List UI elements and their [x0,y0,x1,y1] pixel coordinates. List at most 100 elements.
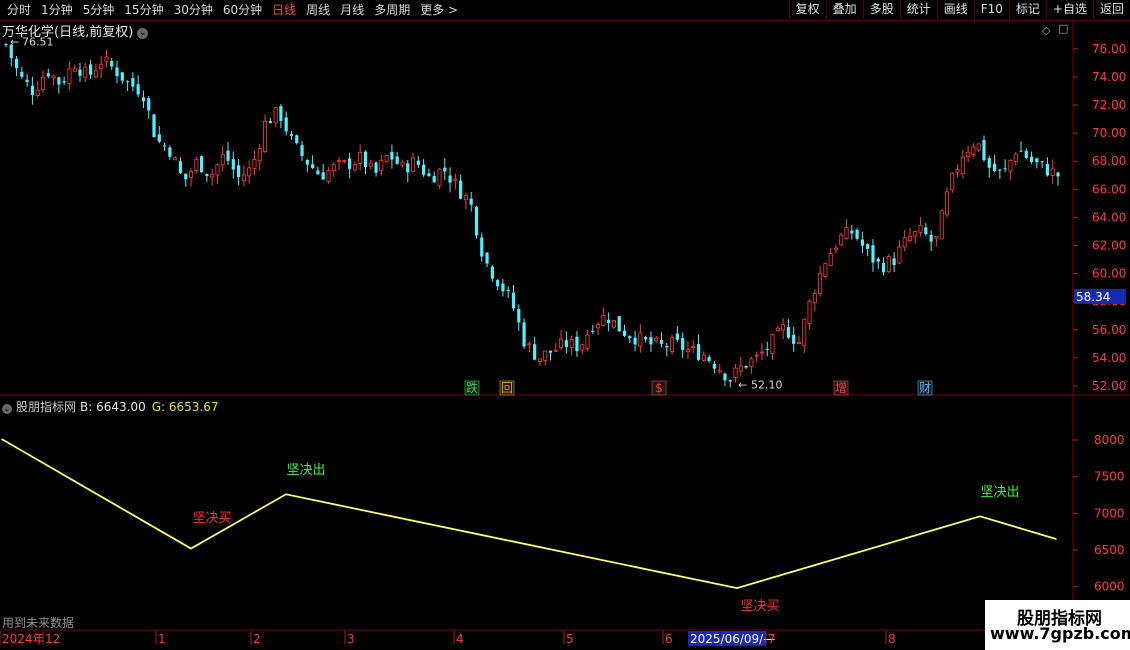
indicator-axis: 8000 7500 7000 6500 6000 [1073,433,1125,594]
candle-body [685,348,690,353]
candle-body [781,324,786,331]
current-price-label: 58.34 [1076,290,1110,304]
candle-body [591,331,595,333]
candle-body [384,155,389,162]
price-tick-label: 74.00 [1092,70,1126,84]
candle-body [226,150,230,161]
indicator-point [979,515,981,518]
candle-body [1045,164,1050,176]
candle-body [199,156,204,173]
candle-body [443,167,447,172]
future-data-note: 用到未来数据 [2,616,75,630]
candle-body [395,156,399,164]
candle-body [696,344,701,360]
candle-body [406,163,410,173]
candle-body [131,78,135,87]
candle-body [744,366,748,368]
candle-body [427,173,431,176]
candle-body [934,235,939,239]
date-label-9: 7 [768,632,776,646]
candle-body [881,262,886,273]
candle-body [628,336,632,339]
candle-body [321,172,325,180]
candle-body [289,134,294,136]
date-label-4: 3 [347,632,355,646]
price-tick-label: 76.00 [1092,42,1126,56]
signal-label-0: 坚决买 [192,511,231,526]
indicator-line [1,438,1057,590]
candle-body [316,170,320,175]
candle-body [99,63,104,70]
indicator-tick-label: 7500 [1094,470,1125,484]
candle-body [348,158,352,169]
low-arrow-icon: ← [738,379,747,392]
candle-body [876,258,880,262]
candle-body [115,67,119,77]
candle-body [511,292,516,309]
candle-body [976,143,981,151]
indicator-title: ⌄ 股朋指标网 B: 6643.00 G: 6653.67 [2,398,219,415]
candle-body [955,169,960,173]
candle-body [966,151,971,158]
candle-body [469,198,473,205]
candle-body [358,151,363,164]
candle-body [823,263,828,277]
candle-body [812,293,817,304]
candle-body [496,280,500,287]
candle-body [665,346,669,348]
indicator-tick-label: 6000 [1094,580,1125,594]
candle-body [907,235,912,241]
candle-body [765,348,769,350]
candle-body [67,68,72,84]
candle-body [971,146,976,155]
chevron-down-icon[interactable]: ⌄ [2,404,12,414]
candle-body [78,69,82,76]
candle-body [644,336,648,340]
chart-canvas[interactable]: 76.00 74.00 72.00 70.00 68.00 66.00 64.00 62.00… [0,0,1130,650]
high-arrow-icon: ← [10,36,19,49]
candle-body [374,162,378,173]
candle-body [25,79,29,82]
candle-body [422,164,426,175]
candle-body [485,252,489,264]
event-markers: 跌 回 $ 增 财 [464,380,933,396]
candle-body [88,64,93,75]
indicator-point [285,493,287,496]
candle-body [818,272,823,294]
candlestick-series: ← 76.51← 52.10 [4,36,1060,392]
event-marker-2: $ [655,381,663,395]
candle-body [871,245,875,263]
candle-body [368,162,373,167]
candle-body [733,367,738,379]
date-axis: 2024年 12 1 2 3 4 5 6 2025/06/09/—7 8 [0,631,896,646]
indicator-point [190,547,192,550]
candle-body [802,318,807,346]
candle-body [400,161,405,166]
date-label-10: 8 [888,632,896,646]
candle-body [924,227,928,235]
candle-body [305,159,309,165]
event-marker-1: 回 [501,381,513,395]
candle-body [104,56,109,62]
candle-body [147,98,151,111]
candle-body [41,76,46,91]
price-tick-label: 64.00 [1092,210,1126,224]
candle-body [796,341,801,344]
candle-body [681,338,685,350]
price-tick-label: 62.00 [1092,239,1126,253]
date-label-5: 4 [456,632,464,646]
low-price-label: 52.10 [751,379,783,392]
candle-body [611,319,616,328]
candle-body [738,365,743,372]
candle-body [850,230,854,234]
candle-body [474,206,479,236]
candle-body [342,159,347,162]
date-label-6: 5 [566,632,574,646]
candle-body [72,68,77,72]
candle-body [4,44,8,46]
candle-body [701,354,706,361]
candle-body [210,173,215,178]
candle-body [960,156,965,175]
candle-body [569,338,574,349]
candle-body [807,300,812,324]
